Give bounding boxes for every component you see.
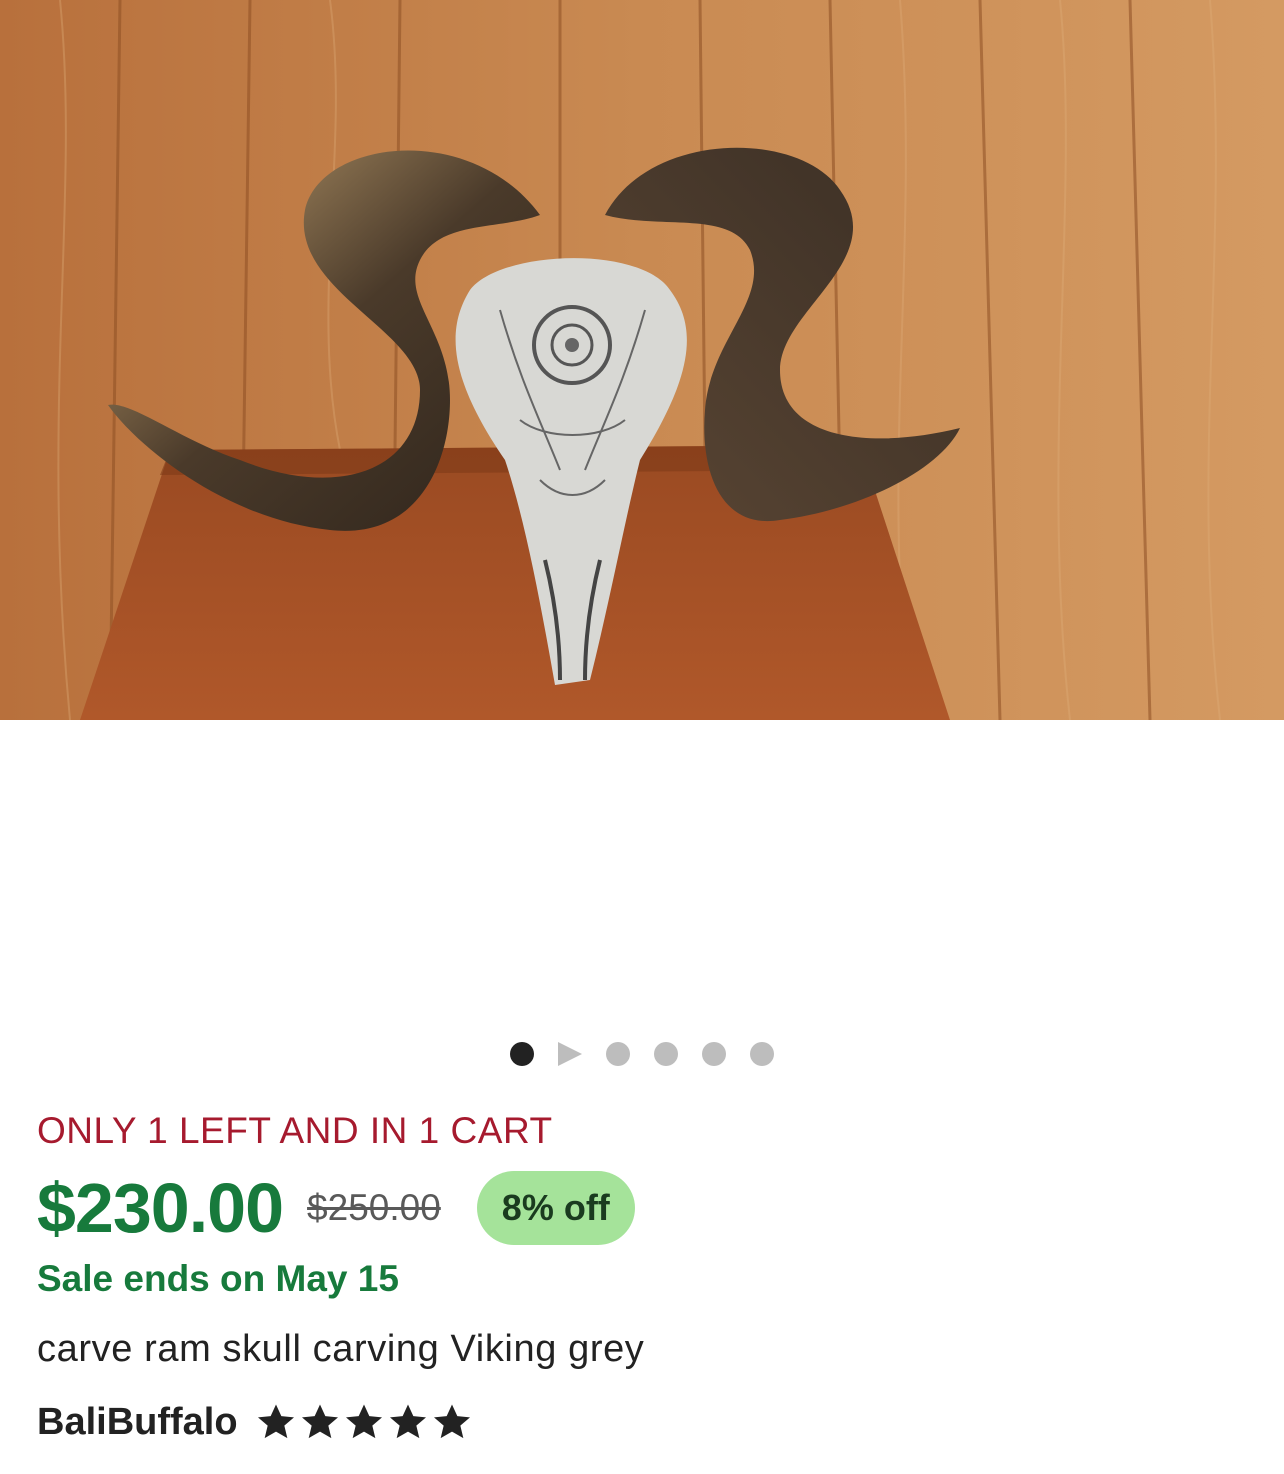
- star-icon: [389, 1404, 426, 1439]
- carousel-dot-6[interactable]: [750, 1042, 774, 1066]
- sale-price: $230.00: [37, 1169, 284, 1247]
- carousel-dot-1[interactable]: [510, 1042, 534, 1066]
- star-icon: [433, 1404, 470, 1439]
- sale-end-note: Sale ends on May 15: [37, 1258, 399, 1299]
- original-price: $250.00: [307, 1187, 441, 1228]
- video-play-icon[interactable]: [558, 1042, 582, 1066]
- star-icon: [345, 1404, 382, 1439]
- product-image[interactable]: [0, 0, 1284, 720]
- discount-badge: 8% off: [476, 1171, 635, 1245]
- carousel-dot-5[interactable]: [702, 1042, 726, 1066]
- shop-name-link[interactable]: BaliBuffalo: [37, 1401, 238, 1444]
- star-icon: [301, 1404, 338, 1439]
- stock-notice: ONLY 1 LEFT AND IN 1 CART: [37, 1110, 553, 1151]
- carousel-dot-4[interactable]: [654, 1042, 678, 1066]
- image-carousel-dots: [0, 1041, 1284, 1067]
- star-rating[interactable]: [256, 1402, 472, 1442]
- price-row: $230.00 $250.00 8% off: [37, 1166, 635, 1250]
- ram-skull-photo: [0, 0, 1284, 720]
- star-icon: [257, 1404, 294, 1439]
- listing-title: carve ram skull carving Viking grey: [37, 1328, 645, 1370]
- shop-row: BaliBuffalo: [37, 1398, 472, 1446]
- carousel-dot-3[interactable]: [606, 1042, 630, 1066]
